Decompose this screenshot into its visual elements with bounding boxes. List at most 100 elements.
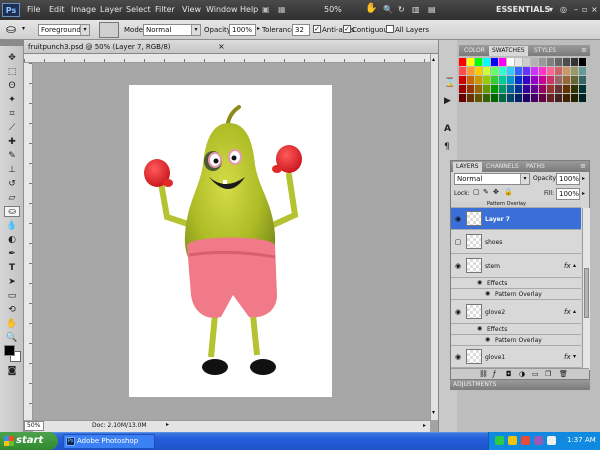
- swatch-cell[interactable]: [467, 85, 474, 93]
- quick-mask-icon[interactable]: ◙: [4, 366, 20, 377]
- pattern-overlay-row[interactable]: ◉ Pattern Overlay: [451, 289, 581, 300]
- messenger-icon[interactable]: [534, 436, 543, 445]
- swatch-cell[interactable]: [475, 85, 482, 93]
- panel-menu-icon[interactable]: ≡: [581, 46, 587, 54]
- menu-edit[interactable]: Edit: [49, 5, 65, 14]
- minimize-icon[interactable]: –: [574, 5, 578, 14]
- swatch-cell[interactable]: [555, 76, 562, 84]
- move-tool-icon[interactable]: ✥: [4, 53, 20, 64]
- layers-menu-icon[interactable]: ≡: [580, 162, 586, 170]
- swatch-cell[interactable]: [467, 76, 474, 84]
- swatch-cell[interactable]: [483, 85, 490, 93]
- scroll-up-icon[interactable]: ▴: [432, 56, 435, 63]
- swatch-cell[interactable]: [483, 94, 490, 102]
- swatch-cell[interactable]: [579, 76, 586, 84]
- layers-scrollbar[interactable]: [582, 208, 590, 370]
- lasso-tool-icon[interactable]: ʘ: [4, 81, 20, 92]
- eye-icon[interactable]: ◉: [485, 290, 490, 297]
- pattern-picker[interactable]: [99, 22, 119, 38]
- screen-mode-icon[interactable]: ▤: [428, 5, 436, 14]
- swatch-cell[interactable]: [459, 67, 466, 75]
- tab-paths[interactable]: PATHS: [523, 162, 548, 172]
- swatch-cell[interactable]: [475, 76, 482, 84]
- swatch-cell[interactable]: [515, 67, 522, 75]
- swatch-cell[interactable]: [531, 94, 538, 102]
- swatch-cell[interactable]: [563, 67, 570, 75]
- swatch-cell[interactable]: [579, 58, 586, 66]
- swatch-cell[interactable]: [507, 58, 514, 66]
- swatch-cell[interactable]: [555, 67, 562, 75]
- swatch-cell[interactable]: [531, 58, 538, 66]
- layer-effects-badge[interactable]: fx: [564, 262, 571, 270]
- swatch-cell[interactable]: [475, 94, 482, 102]
- swatch-cell[interactable]: [483, 58, 490, 66]
- swatch-cell[interactable]: [491, 85, 498, 93]
- eye-icon[interactable]: ◉: [454, 353, 462, 361]
- taskbar-photoshop-button[interactable]: Ps Adobe Photoshop CS...: [63, 434, 155, 449]
- swatch-cell[interactable]: [555, 85, 562, 93]
- swatch-cell[interactable]: [523, 85, 530, 93]
- lock-image-icon[interactable]: ✎: [483, 188, 489, 196]
- swatch-cell[interactable]: [507, 94, 514, 102]
- swatch-cell[interactable]: [539, 58, 546, 66]
- arrange-documents-icon[interactable]: ▥: [412, 5, 420, 14]
- mode-select[interactable]: Normal ▾: [143, 24, 201, 36]
- lock-position-icon[interactable]: ✥: [493, 188, 499, 196]
- 3d-rotate-tool-icon[interactable]: ⟲: [4, 305, 20, 316]
- swatch-cell[interactable]: [523, 76, 530, 84]
- swatch-cell[interactable]: [459, 94, 466, 102]
- swatch-cell[interactable]: [555, 94, 562, 102]
- effect-row[interactable]: Pattern Overlay: [451, 201, 581, 208]
- swatch-cell[interactable]: [539, 94, 546, 102]
- antialias-checkbox[interactable]: ✓: [313, 25, 321, 33]
- eye-icon[interactable]: ◉: [477, 325, 482, 332]
- swatch-cell[interactable]: [459, 85, 466, 93]
- expand-effects-icon[interactable]: ▾: [573, 353, 576, 360]
- swatch-cell[interactable]: [571, 76, 578, 84]
- paint-bucket-tool-icon[interactable]: ⛀: [4, 206, 20, 217]
- swatch-cell[interactable]: [555, 58, 562, 66]
- hand-tool-icon[interactable]: ✋: [4, 319, 20, 330]
- swatch-cell[interactable]: [547, 76, 554, 84]
- all-layers-checkbox[interactable]: [386, 25, 394, 33]
- swatch-cell[interactable]: [563, 58, 570, 66]
- menu-image[interactable]: Image: [71, 5, 96, 14]
- lock-all-icon[interactable]: 🔒: [504, 188, 513, 196]
- fill-slider-icon[interactable]: ▸: [582, 190, 585, 197]
- swatch-cell[interactable]: [547, 94, 554, 102]
- menu-file[interactable]: File: [27, 5, 40, 14]
- layer-row-shoes[interactable]: ▢ shoes: [451, 230, 581, 254]
- scroll-right-icon[interactable]: ▸: [423, 422, 426, 429]
- swatch-cell[interactable]: [539, 85, 546, 93]
- eye-icon[interactable]: ◉: [454, 262, 462, 270]
- swatch-cell[interactable]: [579, 67, 586, 75]
- swatch-cell[interactable]: [563, 85, 570, 93]
- swatch-cell[interactable]: [467, 58, 474, 66]
- swatch-cell[interactable]: [523, 58, 530, 66]
- actions-panel-icon[interactable]: ▶: [444, 96, 451, 106]
- swatch-cell[interactable]: [491, 76, 498, 84]
- collapse-effects-icon[interactable]: ▴: [573, 308, 576, 315]
- zoom-tool-icon[interactable]: 🔍: [383, 5, 393, 14]
- swatch-cell[interactable]: [483, 76, 490, 84]
- layer-row-layer-7[interactable]: ◉ Layer 7: [451, 208, 581, 230]
- paragraph-panel-icon[interactable]: ¶: [444, 142, 450, 152]
- status-menu-icon[interactable]: ▸: [166, 421, 169, 428]
- paint-bucket-icon[interactable]: ⛀: [6, 22, 16, 36]
- brush-tool-icon[interactable]: ✎: [4, 151, 20, 162]
- swatch-cell[interactable]: [475, 58, 482, 66]
- swatch-cell[interactable]: [499, 76, 506, 84]
- swatch-cell[interactable]: [475, 67, 482, 75]
- swatch-cell[interactable]: [531, 67, 538, 75]
- pen-tool-icon[interactable]: ✒: [4, 249, 20, 260]
- visibility-toggle[interactable]: ▢: [454, 238, 462, 246]
- mini-bridge-icon[interactable]: ▦: [278, 5, 286, 14]
- tab-swatches[interactable]: SWATCHES: [489, 46, 528, 56]
- security-icon[interactable]: [508, 436, 517, 445]
- network-icon[interactable]: [495, 436, 504, 445]
- dodge-tool-icon[interactable]: ◐: [4, 235, 20, 246]
- marquee-tool-icon[interactable]: ⬚: [4, 67, 20, 78]
- tab-color[interactable]: COLOR: [461, 46, 488, 56]
- eye-icon[interactable]: ◉: [454, 308, 462, 316]
- menu-layer[interactable]: Layer: [100, 5, 122, 14]
